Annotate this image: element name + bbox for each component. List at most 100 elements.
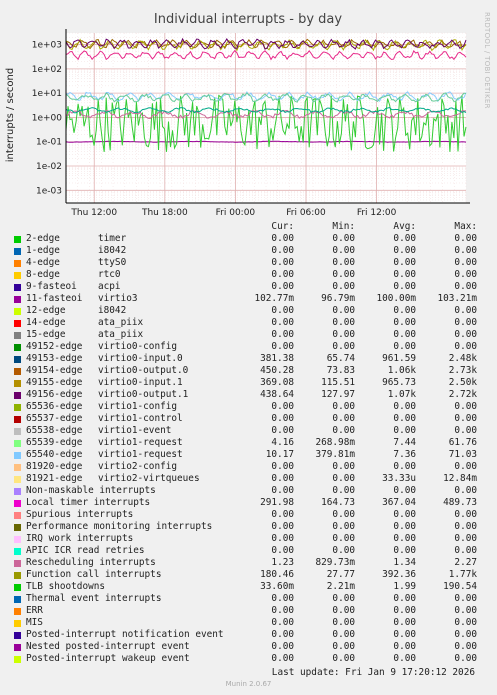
legend-max: 0.00: [454, 233, 477, 244]
legend-swatch: [14, 428, 21, 435]
legend-avg: 0.00: [393, 533, 416, 544]
legend-swatch: [14, 632, 21, 639]
legend-min: 0.00: [332, 257, 355, 268]
legend-swatch: [14, 332, 21, 339]
legend-max: 0.00: [454, 245, 477, 256]
legend-avg: 0.00: [393, 593, 416, 604]
legend-cur: 0.00: [271, 257, 294, 268]
x-tick-label: Fri 00:00: [216, 208, 256, 218]
legend-avg: 100.00m: [376, 293, 416, 304]
legend-swatch: [14, 500, 21, 507]
legend-swatch: [14, 476, 21, 483]
legend-cur: 1.23: [271, 557, 294, 568]
y-tick-label: 1e+02: [32, 65, 62, 75]
legend-type: ata_piix: [98, 317, 144, 328]
legend-max: 0.00: [454, 413, 477, 424]
legend-name: 12-edge: [26, 305, 66, 316]
legend-name: 49153-edge: [26, 353, 83, 364]
legend-avg: 0.00: [393, 629, 416, 640]
legend-avg: 0.00: [393, 641, 416, 652]
legend-row: TLB shootdowns 33.60m 2.21m 1.99 190.54: [0, 581, 497, 593]
legend-name: ERR: [26, 605, 43, 616]
legend-cur: 0.00: [271, 245, 294, 256]
legend-min: 0.00: [332, 509, 355, 520]
legend-max: 0.00: [454, 629, 477, 640]
legend-max: 0.00: [454, 269, 477, 280]
legend-row: 65539-edge virtio1-request 4.16 268.98m 7.44…: [0, 437, 497, 449]
legend-avg: 0.00: [393, 653, 416, 664]
legend-row: 65538-edge virtio1-event 0.00 0.00 0.00 0.00: [0, 425, 497, 437]
legend-avg: 0.00: [393, 617, 416, 628]
legend-type: virtio0-input.0: [98, 353, 183, 364]
legend-min: 0.00: [332, 341, 355, 352]
legend-cur: 10.17: [265, 449, 294, 460]
legend-avg: 0.00: [393, 509, 416, 520]
legend-type: virtio0-output.1: [98, 389, 189, 400]
legend-max: 0.00: [454, 329, 477, 340]
legend-max: 0.00: [454, 257, 477, 268]
legend-name: 65537-edge: [26, 413, 83, 424]
legend-swatch: [14, 620, 21, 627]
legend-cur: 0.00: [271, 317, 294, 328]
legend-swatch: [14, 488, 21, 495]
legend-max: 0.00: [454, 317, 477, 328]
legend-max: 0.00: [454, 281, 477, 292]
legend-avg: 0.00: [393, 401, 416, 412]
legend-swatch: [14, 560, 21, 567]
legend-min: 829.73m: [315, 557, 355, 568]
legend-name: 15-edge: [26, 329, 66, 340]
legend-avg: 0.00: [393, 413, 416, 424]
legend-avg: 1.07k: [387, 389, 416, 400]
legend-name: 14-edge: [26, 317, 66, 328]
legend-name: Posted-interrupt notification event: [26, 629, 224, 640]
legend-name: 65539-edge: [26, 437, 83, 448]
chart-title: Individual interrupts - by day: [154, 12, 342, 27]
legend-avg: 7.36: [393, 449, 416, 460]
legend-max: 190.54: [443, 581, 477, 592]
header-avg: Avg:: [393, 221, 416, 232]
legend-cur: 0.00: [271, 533, 294, 544]
legend-type: i8042: [98, 245, 127, 256]
legend-min: 379.81m: [315, 449, 355, 460]
legend-cur: 0.00: [271, 305, 294, 316]
legend-min: 0.00: [332, 317, 355, 328]
legend-row: ERR 0.00 0.00 0.00 0.00: [0, 605, 497, 617]
legend-row: 8-edge rtc0 0.00 0.00 0.00 0.00: [0, 269, 497, 281]
legend-name: 49156-edge: [26, 389, 83, 400]
legend-avg: 0.00: [393, 341, 416, 352]
legend-min: 2.21m: [326, 581, 355, 592]
legend-min: 0.00: [332, 425, 355, 436]
legend-avg: 0.00: [393, 305, 416, 316]
legend-max: 0.00: [454, 521, 477, 532]
legend-min: 27.77: [326, 569, 355, 580]
legend-max: 61.76: [448, 437, 477, 448]
legend-swatch: [14, 416, 21, 423]
legend-min: 0.00: [332, 641, 355, 652]
legend-cur: 4.16: [271, 437, 294, 448]
legend-type: virtio3: [98, 293, 138, 304]
legend-max: 0.00: [454, 461, 477, 472]
legend-table: Cur: Min: Avg: Max: 2-edge timer 0.00 0.00 0…: [0, 221, 497, 665]
legend-max: 0.00: [454, 533, 477, 544]
legend-row: Posted-interrupt notification event 0.00 0…: [0, 629, 497, 641]
legend-name: IRQ work interrupts: [26, 533, 134, 544]
legend-swatch: [14, 524, 21, 531]
legend-name: 49154-edge: [26, 365, 83, 376]
legend-row: 49152-edge virtio0-config 0.00 0.00 0.00 0.00: [0, 341, 497, 353]
legend-avg: 0.00: [393, 245, 416, 256]
legend-swatch: [14, 656, 21, 663]
legend-swatch: [14, 644, 21, 651]
legend-name: 2-edge: [26, 233, 60, 244]
y-axis-label: interrupts / second: [5, 68, 16, 162]
legend-min: 0.00: [332, 269, 355, 280]
legend-name: Performance monitoring interrupts: [26, 521, 213, 532]
legend-min: 0.00: [332, 461, 355, 472]
legend-type: virtio0-output.0: [98, 365, 189, 376]
legend-min: 0.00: [332, 245, 355, 256]
legend-max: 103.21m: [437, 293, 477, 304]
legend-type: virtio1-control: [98, 413, 183, 424]
legend-cur: 0.00: [271, 545, 294, 556]
legend-row: Nested posted-interrupt event 0.00 0.00 0.0…: [0, 641, 497, 653]
legend-swatch: [14, 320, 21, 327]
legend-name: APIC ICR read retries: [26, 545, 145, 556]
